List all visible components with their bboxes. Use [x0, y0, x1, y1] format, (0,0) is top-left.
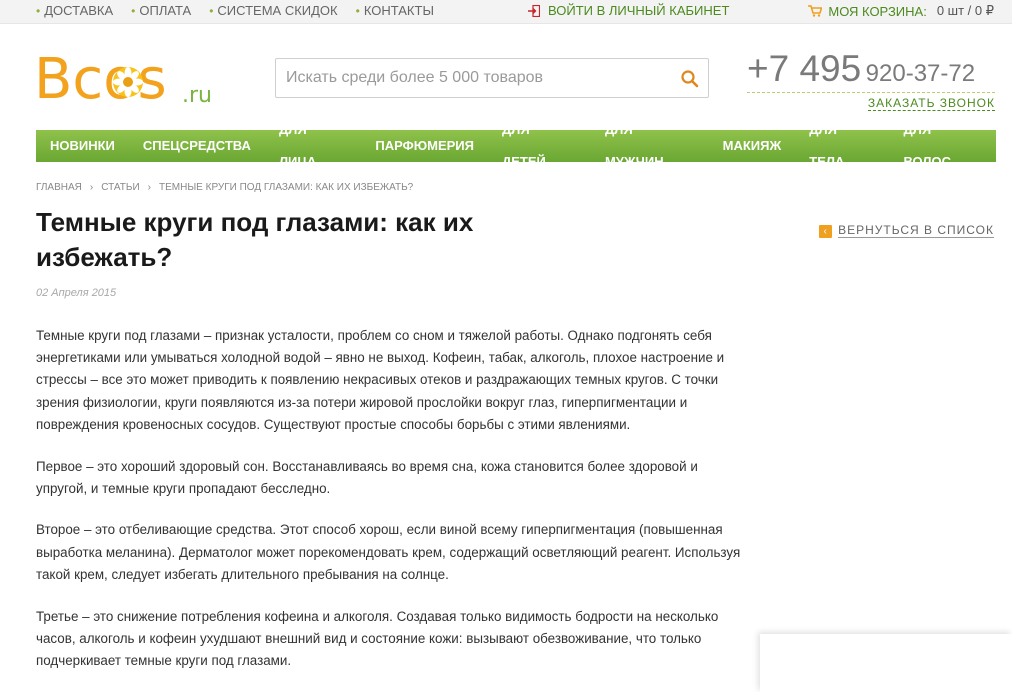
nav-item-perfume[interactable]: ПАРФЮМЕРИЯ — [361, 130, 488, 162]
nav-item-kids[interactable]: ДЛЯ ДЕТЕЙ — [488, 114, 591, 178]
cart-value: 0 шт / 0 ₽ — [936, 3, 994, 18]
search-icon[interactable] — [680, 69, 700, 89]
top-link-delivery[interactable]: • ДОСТАВКА — [36, 3, 113, 18]
article-paragraph: Темные круги под глазами – признак устал… — [36, 328, 725, 432]
svg-text:Bcos: Bcos — [34, 47, 167, 108]
breadcrumb-separator-icon: › — [147, 182, 151, 193]
top-bar: • ДОСТАВКА • ОПЛАТА • СИСТЕМА СКИДОК • КОНТА… — [0, 0, 1012, 24]
bullet-icon: • — [209, 3, 214, 18]
floating-panel — [760, 634, 1012, 692]
login-link[interactable]: ВОЙТИ В ЛИЧНЫЙ КАБИНЕТ — [528, 3, 729, 18]
nav-item-special[interactable]: СПЕЦСРЕДСТВА — [129, 130, 265, 162]
top-link-contacts[interactable]: • КОНТАКТЫ — [356, 3, 434, 18]
bullet-icon: • — [36, 3, 41, 18]
article-paragraph: Первое – это хороший здоровый сон. Восст… — [36, 458, 698, 496]
cart[interactable]: МОЯ КОРЗИНА: 0 шт / 0 ₽ — [808, 3, 994, 19]
article-paragraph: Второе – это отбеливающие средства. Этот… — [36, 522, 741, 582]
bullet-icon: • — [355, 3, 360, 18]
article-body: Темные круги под глазами – признак устал… — [36, 325, 748, 692]
nav-item-men[interactable]: ДЛЯ МУЖЧИН — [591, 114, 709, 178]
site-logo[interactable]: Bcos .ru — [34, 42, 224, 112]
breadcrumb-separator-icon: › — [89, 182, 94, 193]
nav-item-new[interactable]: НОВИНКИ — [36, 130, 129, 162]
article-paragraph: Третье – это снижение потребления кофеин… — [36, 608, 719, 668]
top-link-payment[interactable]: • ОПЛАТА — [131, 3, 191, 18]
back-to-list-link[interactable]: ‹ ВЕРНУТЬСЯ В СПИСОК — [819, 224, 994, 238]
search-box — [275, 58, 709, 98]
cart-icon — [808, 5, 823, 17]
nav-item-face[interactable]: ДЛЯ ЛИЦА — [265, 114, 361, 178]
breadcrumb-home[interactable]: ГЛАВНАЯ — [36, 182, 82, 193]
nav-item-hair[interactable]: ДЛЯ ВОЛОС — [889, 114, 996, 178]
phone-number: +7 495 920-37-72 — [747, 48, 995, 93]
article-date: 02 Апреля 2015 — [36, 287, 117, 299]
top-link-discounts[interactable]: • СИСТЕМА СКИДОК — [209, 3, 337, 18]
page-title: Темные круги под глазами: как их избежат… — [36, 207, 474, 272]
breadcrumb: ГЛАВНАЯ › СТАТЬИ › ТЕМНЫЕ КРУГИ ПОД ГЛАЗ… — [36, 182, 413, 193]
svg-text:.ru: .ru — [182, 83, 212, 108]
search-input[interactable] — [276, 59, 666, 97]
breadcrumb-articles[interactable]: СТАТЬИ — [101, 182, 139, 193]
nav-item-body[interactable]: ДЛЯ ТЕЛА — [795, 114, 889, 178]
nav-item-makeup[interactable]: МАКИЯЖ — [709, 130, 796, 162]
breadcrumb-current: ТЕМНЫЕ КРУГИ ПОД ГЛАЗАМИ: КАК ИХ ИЗБЕЖАТ… — [158, 182, 414, 193]
chevron-left-icon: ‹ — [819, 224, 833, 238]
login-icon — [528, 4, 540, 17]
logo-image: Bcos .ru — [34, 47, 212, 112]
bullet-icon: • — [131, 3, 136, 18]
top-links: • ДОСТАВКА • ОПЛАТА • СИСТЕМА СКИДОК • КОНТА… — [36, 3, 452, 18]
main-nav: НОВИНКИ СПЕЦСРЕДСТВА ДЛЯ ЛИЦА ПАРФЮМЕРИЯ… — [36, 122, 996, 169]
callback-link[interactable]: ЗАКАЗАТЬ ЗВОНОК — [867, 96, 995, 111]
